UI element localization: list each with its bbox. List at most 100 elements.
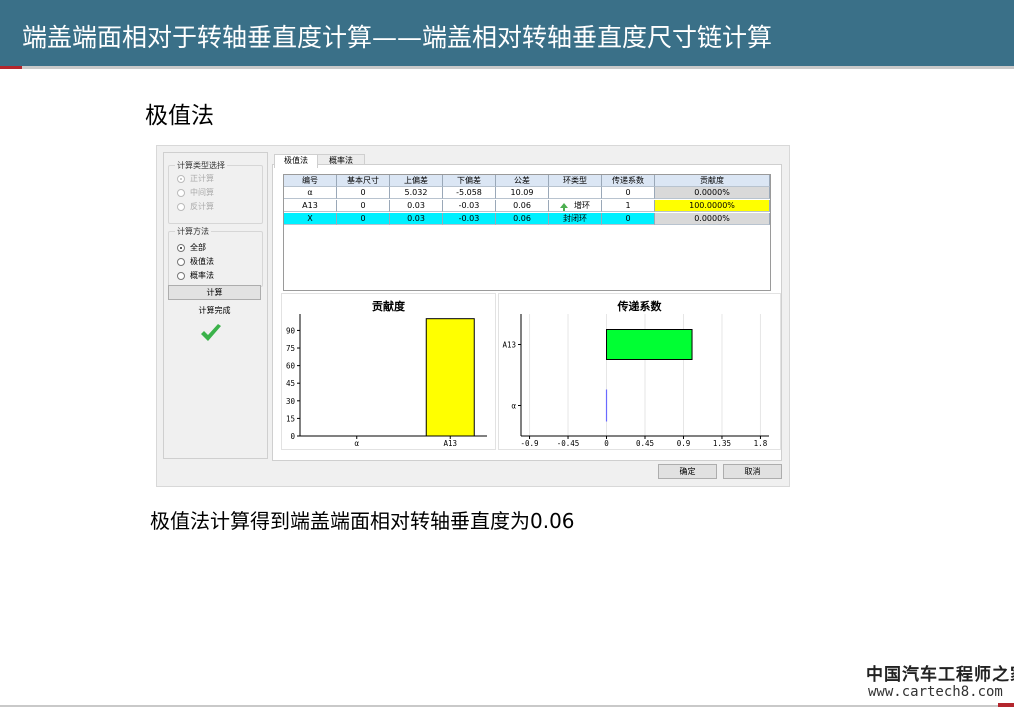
coefficient-chart-panel: 传递系数 -0.9 -0.45 0 0.45 0.9 1.35 1.8 α A13 [498, 293, 781, 450]
tab-extreme-method[interactable]: 极值法 [274, 154, 318, 168]
table-cell: 0.03 [390, 213, 443, 225]
table-header-cell: 公差 [496, 175, 549, 187]
y-tick-label: 90 [286, 326, 296, 335]
header-divider [0, 66, 1014, 69]
ok-button[interactable]: 确定 [658, 464, 717, 479]
y-tick-label: 15 [286, 414, 295, 423]
x-tick-label: -0.45 [557, 439, 580, 448]
y-tick-label: 30 [286, 397, 296, 406]
bar [425, 318, 475, 437]
footer-accent-bar [998, 703, 1014, 707]
y-tick-label: 60 [286, 362, 296, 371]
y-tick-label: A13 [502, 341, 516, 350]
dimension-chain-table: 编号 基本尺寸 上偏差 下偏差 公差 环类型 传递系数 贡献度 α 0 5.03… [283, 174, 771, 291]
x-tick-label: α [354, 439, 359, 448]
table-cell: 1 [602, 200, 655, 212]
calc-method-group: 计算方法 全部 极值法 概率法 [168, 226, 263, 287]
section-heading: 极值法 [145, 103, 214, 129]
radio-dot-icon [177, 257, 185, 266]
table-cell: -0.03 [443, 200, 496, 212]
footer-divider [0, 705, 1014, 707]
x-tick-label: 0.45 [636, 439, 654, 448]
radio-label: 概率法 [190, 271, 214, 280]
result-caption: 极值法计算得到端盖端面相对转轴垂直度为0.06 [150, 509, 575, 533]
header-accent-bar [0, 66, 22, 69]
table-header-cell: 贡献度 [655, 175, 770, 187]
table-cell: 0 [337, 213, 390, 225]
table-header-row: 编号 基本尺寸 上偏差 下偏差 公差 环类型 传递系数 贡献度 [284, 175, 770, 187]
table-cell: 0 [602, 187, 655, 199]
y-tick-label: 75 [286, 344, 295, 353]
coefficient-chart: -0.9 -0.45 0 0.45 0.9 1.35 1.8 α A13 [502, 314, 769, 448]
table-cell: -5.058 [443, 187, 496, 199]
radio-label: 全部 [190, 243, 206, 252]
bar [606, 329, 693, 360]
radio-label: 正计算 [190, 174, 214, 183]
table-cell: 0 [337, 200, 390, 212]
y-tick-label: 0 [290, 432, 295, 441]
radio-dot-icon [177, 174, 185, 183]
radio-middle-calc[interactable]: 中间算 [177, 187, 214, 198]
radio-reverse-calc[interactable]: 反计算 [177, 201, 214, 212]
table-row[interactable]: α 0 5.032 -5.058 10.09 0 0.0000% [284, 187, 770, 200]
radio-label: 中间算 [190, 188, 214, 197]
slide-title: 端盖端面相对于转轴垂直度计算——端盖相对转轴垂直度尺寸链计算 [22, 23, 773, 52]
table-cell: 0.06 [496, 200, 549, 212]
x-tick-label: A13 [443, 439, 457, 448]
x-tick-label: 0.9 [677, 439, 691, 448]
calc-type-group: 计算类型选择 正计算 中间算 反计算 [168, 160, 263, 224]
radio-dot-icon [177, 271, 185, 280]
table-row-selected[interactable]: X 0 0.03 -0.03 0.06 封闭环 0 0.0000% [284, 213, 770, 226]
y-tick-label: α [511, 402, 516, 411]
radio-method-extreme[interactable]: 极值法 [177, 256, 214, 267]
y-tick-label: 45 [286, 379, 295, 388]
contribution-chart-panel: 贡献度 0 15 30 45 60 75 90 α A13 [281, 293, 496, 450]
table-cell: 封闭环 [549, 213, 602, 225]
radio-label: 极值法 [190, 257, 214, 266]
table-cell: 0.03 [390, 200, 443, 212]
table-cell [549, 187, 602, 199]
footer-url: www.cartech8.com [868, 684, 1003, 700]
table-cell: α [284, 187, 337, 199]
table-cell: 增环 [549, 200, 602, 212]
table-cell: 0.06 [496, 213, 549, 225]
ring-type-label: 增环 [574, 201, 590, 210]
radio-method-probability[interactable]: 概率法 [177, 270, 214, 281]
x-tick-label: 0 [604, 439, 609, 448]
calculator-window: 计算类型选择 正计算 中间算 反计算 计算方法 全部 极值法 概率法 计算 计算… [156, 145, 790, 487]
table-header-cell: 传递系数 [602, 175, 655, 187]
table-cell: 0.0000% [655, 213, 770, 225]
table-cell: -0.03 [443, 213, 496, 225]
check-icon [201, 324, 221, 341]
table-cell: 10.09 [496, 187, 549, 199]
table-cell: 0 [337, 187, 390, 199]
x-tick-label: 1.35 [713, 439, 731, 448]
contribution-chart: 0 15 30 45 60 75 90 α A13 [286, 314, 487, 448]
radio-dot-icon [177, 243, 185, 252]
table-header-cell: 环类型 [549, 175, 602, 187]
table-cell: 0.0000% [655, 187, 770, 199]
x-tick-label: 1.8 [754, 439, 768, 448]
radio-dot-icon [177, 188, 185, 197]
radio-method-all[interactable]: 全部 [177, 242, 206, 253]
table-cell: X [284, 213, 337, 225]
table-row[interactable]: A13 0 0.03 -0.03 0.06 增环 1 100.0000% [284, 200, 770, 213]
settings-panel: 计算类型选择 正计算 中间算 反计算 计算方法 全部 极值法 概率法 计算 计算… [163, 152, 268, 459]
radio-forward-calc[interactable]: 正计算 [177, 173, 214, 184]
table-cell: 100.0000% [655, 200, 770, 212]
radio-label: 反计算 [190, 202, 214, 211]
table-header-cell: 上偏差 [390, 175, 443, 187]
status-text: 计算完成 [198, 306, 231, 315]
table-cell: 5.032 [390, 187, 443, 199]
table-cell: 0 [602, 213, 655, 225]
table-header-cell: 编号 [284, 175, 337, 187]
calc-type-group-title: 计算类型选择 [175, 160, 227, 171]
footer-brand-logo: 中国汽车工程师之家 [866, 665, 1014, 685]
calculate-button[interactable]: 计算 [168, 285, 261, 300]
x-tick-label: -0.9 [521, 439, 539, 448]
radio-dot-icon [177, 202, 185, 211]
table-header-cell: 下偏差 [443, 175, 496, 187]
cancel-button[interactable]: 取消 [723, 464, 782, 479]
table-header-cell: 基本尺寸 [337, 175, 390, 187]
calc-method-group-title: 计算方法 [175, 226, 211, 237]
